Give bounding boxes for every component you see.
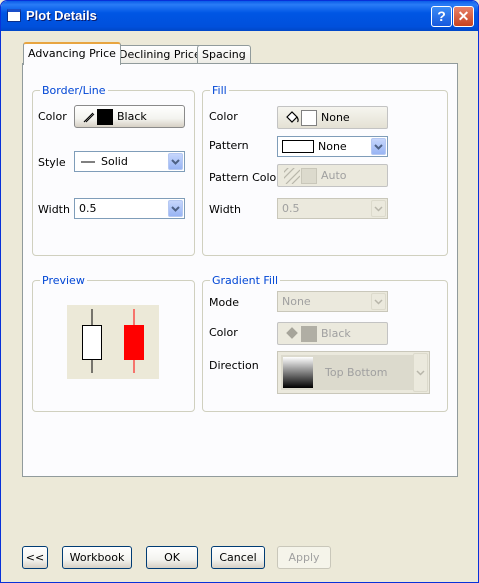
- fill-width-label: Width: [209, 203, 241, 216]
- fill-color-button[interactable]: None: [277, 106, 388, 129]
- tab-spacing[interactable]: Spacing: [197, 45, 251, 64]
- border-color-label: Color: [38, 110, 67, 123]
- workbook-button[interactable]: Workbook: [62, 546, 132, 569]
- plot-details-window: Plot Details ? ✕ Advancing Price Declini…: [0, 0, 479, 583]
- window-title: Plot Details: [26, 8, 97, 23]
- preview-group-title: Preview: [40, 274, 87, 287]
- paint-bucket-icon: [286, 111, 299, 123]
- gradient-fill-group-title: Gradient Fill: [210, 274, 281, 287]
- candlestick-preview-graphic: [82, 309, 144, 373]
- fill-pattern-value: None: [318, 140, 347, 153]
- chevron-down-icon: [371, 200, 386, 217]
- chevron-down-icon[interactable]: [168, 153, 183, 170]
- border-style-select[interactable]: Solid: [74, 151, 185, 172]
- solid-line-icon: [81, 161, 95, 163]
- window-icon: [7, 9, 21, 22]
- gradient-direction-swatch: [283, 357, 313, 388]
- pen-icon: [83, 112, 95, 123]
- pattern-preview-swatch: [282, 140, 314, 153]
- border-width-value: 0.5: [79, 202, 97, 215]
- border-line-group-title: Border/Line: [40, 84, 108, 97]
- apply-button: Apply: [277, 546, 331, 569]
- help-button[interactable]: ?: [431, 6, 452, 27]
- border-style-value: Solid: [101, 155, 128, 168]
- close-button[interactable]: ✕: [453, 6, 474, 27]
- gradient-mode-label: Mode: [209, 296, 239, 309]
- gradient-color-label: Color: [209, 326, 238, 339]
- fill-pattern-color-value: Auto: [321, 169, 347, 182]
- border-width-label: Width: [38, 203, 70, 216]
- collapse-button[interactable]: <<: [22, 546, 48, 569]
- hatch-pattern-icon: [284, 168, 300, 184]
- border-color-button[interactable]: Black: [74, 105, 185, 128]
- fill-pattern-select[interactable]: None: [277, 136, 388, 157]
- fill-color-label: Color: [209, 110, 238, 123]
- tab-declining-price[interactable]: Declining Price: [114, 45, 206, 64]
- fill-color-value: None: [321, 111, 350, 124]
- gradient-direction-label: Direction: [209, 359, 259, 372]
- gradient-mode-select: None: [277, 291, 388, 312]
- border-width-select[interactable]: 0.5: [74, 198, 185, 219]
- paint-bucket-icon: [286, 327, 298, 339]
- gradient-direction-select: Top Bottom: [277, 351, 430, 394]
- fill-width-select: 0.5: [277, 198, 388, 219]
- fill-pattern-color-label: Pattern Color: [209, 171, 281, 184]
- advancing-candle: [82, 325, 102, 360]
- chevron-down-icon: [371, 293, 386, 310]
- fill-width-value: 0.5: [282, 202, 300, 215]
- gradient-color-value: Black: [321, 327, 351, 340]
- fill-pattern-label: Pattern: [209, 139, 249, 152]
- fill-color-swatch: [301, 110, 317, 126]
- gradient-color-swatch: [301, 326, 317, 342]
- ok-button[interactable]: OK: [146, 546, 198, 569]
- chevron-down-icon[interactable]: [371, 138, 386, 155]
- gradient-color-button: Black: [277, 322, 388, 345]
- cancel-button[interactable]: Cancel: [211, 546, 265, 569]
- candlestick-preview: [67, 305, 159, 379]
- fill-group-title: Fill: [210, 84, 229, 97]
- border-style-label: Style: [38, 156, 66, 169]
- fill-pattern-color-button: Auto: [277, 164, 388, 187]
- title-bar[interactable]: Plot Details ? ✕: [1, 1, 478, 31]
- pattern-color-swatch: [301, 168, 317, 184]
- close-icon: ✕: [457, 8, 470, 24]
- border-color-swatch: [97, 109, 113, 125]
- border-color-value: Black: [117, 110, 147, 123]
- tab-advancing-price[interactable]: Advancing Price: [23, 42, 121, 65]
- gradient-direction-value: Top Bottom: [325, 366, 388, 379]
- gradient-mode-value: None: [282, 295, 311, 308]
- help-icon: ?: [437, 8, 446, 24]
- chevron-down-icon[interactable]: [168, 200, 183, 217]
- chevron-down-icon: [413, 353, 428, 392]
- declining-candle: [124, 325, 144, 360]
